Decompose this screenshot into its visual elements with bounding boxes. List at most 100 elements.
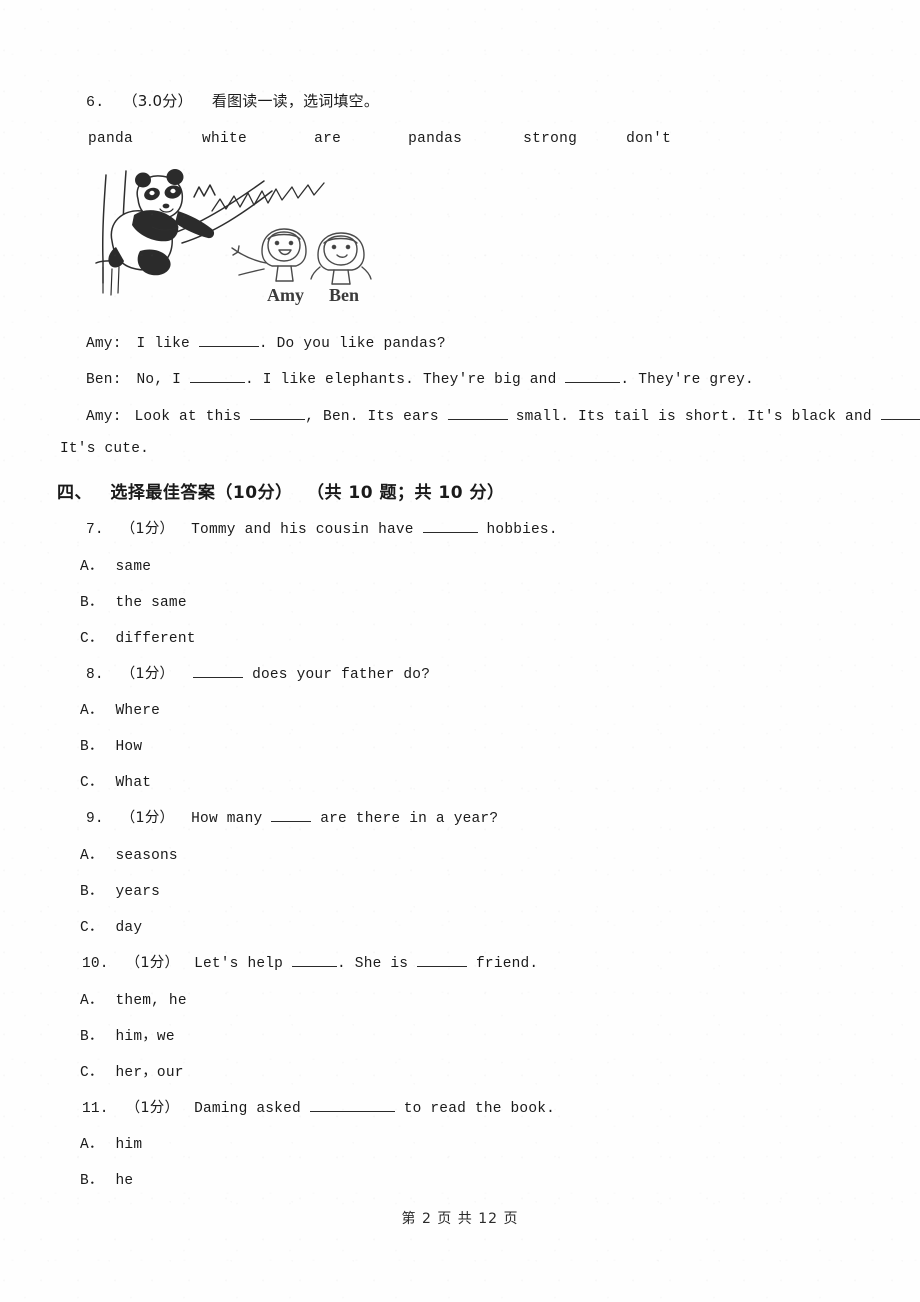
option-text: seasons [115, 848, 178, 864]
question-8-option-c[interactable]: C． What [80, 770, 151, 791]
exam-page: 6. （3.0分） 看图读一读，选词填空。 panda white are pa… [0, 0, 920, 1302]
question-7-stem: 7. （1分） Tommy and his cousin have hobbie… [86, 517, 558, 538]
question-stem-after: to read the book. [403, 1101, 556, 1117]
question-9-option-b[interactable]: B． years [80, 879, 160, 900]
question-7-option-c[interactable]: C． different [80, 626, 196, 647]
dialogue-line-ben-1: Ben: No, I . I like elephants. They're b… [86, 372, 754, 388]
option-letter: A． [80, 703, 104, 719]
section-4-index: 四、 [57, 483, 92, 503]
question-8-option-a[interactable]: A． Where [80, 698, 160, 719]
question-11-option-a[interactable]: A． him [80, 1132, 142, 1153]
question-11-option-b[interactable]: B． he [80, 1168, 133, 1189]
dialogue-text-mid-1: , Ben. Its ears [305, 409, 439, 425]
question-stem-after: are there in a year? [320, 811, 499, 827]
question-stem-after: hobbies. [486, 522, 558, 538]
question-6-prompt: 看图读一读，选词填空。 [211, 92, 380, 110]
question-marks: （1分） [120, 810, 175, 826]
dialogue-speaker: Amy: [86, 336, 122, 352]
question-marks: （1分） [125, 955, 180, 971]
question-marks: （1分） [120, 666, 175, 682]
question-9-option-a[interactable]: A． seasons [80, 843, 178, 864]
option-text: What [115, 775, 152, 791]
question-stem-mid: . She is [336, 956, 409, 972]
question-8-option-b[interactable]: B． How [80, 734, 142, 755]
option-letter: C． [80, 1065, 104, 1081]
option-letter: A． [80, 559, 104, 575]
dialogue-text-before: Look at this [134, 409, 242, 425]
question-number: 11. [82, 1101, 109, 1117]
question-marks: （1分） [120, 521, 175, 537]
section-4-meta: （共 10 题；共 10 分） [307, 483, 505, 503]
dialogue-speaker: Ben: [86, 372, 122, 388]
dialogue-text-after: . Do you like pandas? [258, 336, 446, 352]
question-stem-before: Tommy and his cousin have [191, 522, 414, 538]
dialogue-blank[interactable] [880, 419, 920, 420]
question-10-option-b[interactable]: B． him，we [80, 1024, 175, 1045]
dialogue-line-amy-2: Amy: Look at this , Ben. Its ears small.… [86, 409, 920, 425]
figure-caption-ben: Ben [329, 285, 359, 305]
dialogue-blank[interactable] [447, 419, 508, 420]
option-letter: B． [80, 884, 104, 900]
question-blank-2[interactable] [417, 966, 468, 967]
word-bank-item-4: strong [523, 131, 578, 147]
dialogue-blank[interactable] [198, 346, 259, 347]
dialogue-blank[interactable] [189, 382, 245, 383]
question-marks: （1分） [125, 1100, 180, 1116]
page-footer: 第 2 页 共 12 页 [401, 1211, 519, 1227]
question-10-stem: 10. （1分） Let's help . She is friend. [82, 951, 538, 972]
question-6-word-bank: panda white are pandas strong don't [88, 131, 671, 147]
dialogue-line-amy-2-wrap: It's cute. [60, 441, 150, 457]
question-number: 8. [86, 667, 104, 683]
question-stem-after: friend. [476, 956, 539, 972]
word-bank-item-1: white [202, 131, 248, 147]
dialogue-blank[interactable] [565, 382, 621, 383]
question-stem-before: How many [191, 811, 263, 827]
question-9-option-c[interactable]: C． day [80, 915, 142, 936]
question-stem-before: Daming asked [194, 1101, 301, 1117]
option-letter: B． [80, 595, 104, 611]
question-number: 9. [86, 811, 104, 827]
option-text: years [115, 884, 161, 900]
dialogue-text-before: I like [136, 336, 190, 352]
question-blank[interactable] [271, 821, 312, 822]
dialogue-text-mid: . I like elephants. They're big and [244, 372, 557, 388]
dialogue-text-before: No, I [136, 372, 182, 388]
option-letter: B． [80, 1029, 104, 1045]
question-blank[interactable] [422, 532, 478, 533]
option-letter: B． [80, 739, 104, 755]
option-text: he [115, 1173, 134, 1189]
question-10-option-a[interactable]: A． them, he [80, 988, 187, 1009]
question-blank[interactable] [193, 677, 244, 678]
question-number: 10. [82, 956, 109, 972]
option-text: him [115, 1137, 143, 1153]
option-text: day [115, 920, 143, 936]
question-7-option-b[interactable]: B． the same [80, 590, 187, 611]
question-10-option-c[interactable]: C． her，our [80, 1060, 184, 1081]
dialogue-line-amy-1: Amy: I like . Do you like pandas? [86, 336, 446, 352]
section-4-title: 选择最佳答案（10分） [110, 483, 293, 503]
question-9-stem: 9. （1分） How many are there in a year? [86, 806, 498, 827]
question-6-header: 6. （3.0分） 看图读一读，选词填空。 [86, 90, 379, 111]
dialogue-text-mid-2: small. Its tail is short. It's black and [515, 409, 872, 425]
question-blank[interactable] [309, 1111, 395, 1112]
option-letter: A． [80, 848, 104, 864]
option-text: them, he [115, 993, 187, 1009]
question-7-option-a[interactable]: A． same [80, 554, 151, 575]
section-4-heading: 四、 选择最佳答案（10分） （共 10 题；共 10 分） [57, 478, 505, 503]
question-6-figure: Amy Ben [86, 163, 406, 308]
word-bank-item-0: panda [88, 131, 134, 147]
dialogue-speaker: Amy: [86, 409, 122, 425]
dialogue-blank[interactable] [250, 419, 306, 420]
option-letter: B． [80, 1173, 104, 1189]
option-text: same [115, 559, 152, 575]
option-text: him，we [115, 1029, 175, 1045]
option-letter: A． [80, 993, 104, 1009]
question-blank[interactable] [291, 966, 337, 967]
dialogue-text-after: . They're grey. [620, 372, 754, 388]
option-text: Where [115, 703, 161, 719]
option-letter: C． [80, 920, 104, 936]
word-bank-item-3: pandas [408, 131, 463, 147]
question-8-stem: 8. （1分） does your father do? [86, 662, 430, 683]
option-text: the same [115, 595, 187, 611]
question-6-number: 6. [86, 94, 105, 111]
